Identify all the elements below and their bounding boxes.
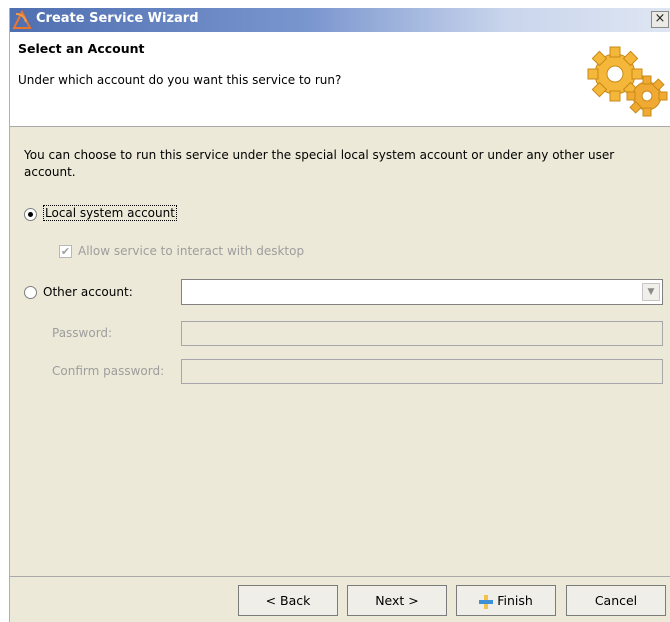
cancel-button[interactable]: Cancel (566, 585, 666, 616)
close-icon: × (654, 11, 666, 26)
password-field[interactable] (181, 321, 663, 346)
interact-desktop-label: Allow service to interact with desktop (78, 244, 305, 258)
create-service-wizard-window: Create Service Wizard × Select an Accoun… (9, 8, 670, 622)
window-title: Create Service Wizard (36, 11, 199, 26)
password-label: Password: (52, 326, 113, 340)
dropdown-arrow-icon[interactable]: ▼ (642, 283, 660, 301)
wizard-header: Select an Account Under which account do… (10, 32, 670, 127)
finish-icon (479, 594, 494, 609)
page-subtitle: Under which account do you want this ser… (18, 73, 342, 87)
wizard-logo-icon (12, 10, 32, 29)
local-system-label[interactable]: Local system account (43, 205, 177, 221)
other-account-label[interactable]: Other account: (43, 285, 133, 299)
description-text: You can choose to run this service under… (24, 148, 615, 179)
gears-icon (587, 46, 668, 117)
other-account-combo[interactable]: ▼ (181, 279, 663, 305)
title-bar[interactable]: Create Service Wizard × (10, 8, 670, 32)
back-button[interactable]: < Back (238, 585, 338, 616)
confirm-password-label: Confirm password: (52, 364, 165, 378)
other-account-radio[interactable] (24, 286, 37, 299)
interact-desktop-checkbox[interactable]: ✔ (59, 245, 72, 258)
close-button[interactable]: × (651, 11, 669, 28)
local-system-radio[interactable] (24, 208, 37, 221)
page-title: Select an Account (18, 41, 145, 56)
next-button[interactable]: Next > (347, 585, 447, 616)
finish-button[interactable]: Finish (456, 585, 556, 616)
finish-label: Finish (497, 593, 533, 608)
confirm-password-field[interactable] (181, 359, 663, 384)
